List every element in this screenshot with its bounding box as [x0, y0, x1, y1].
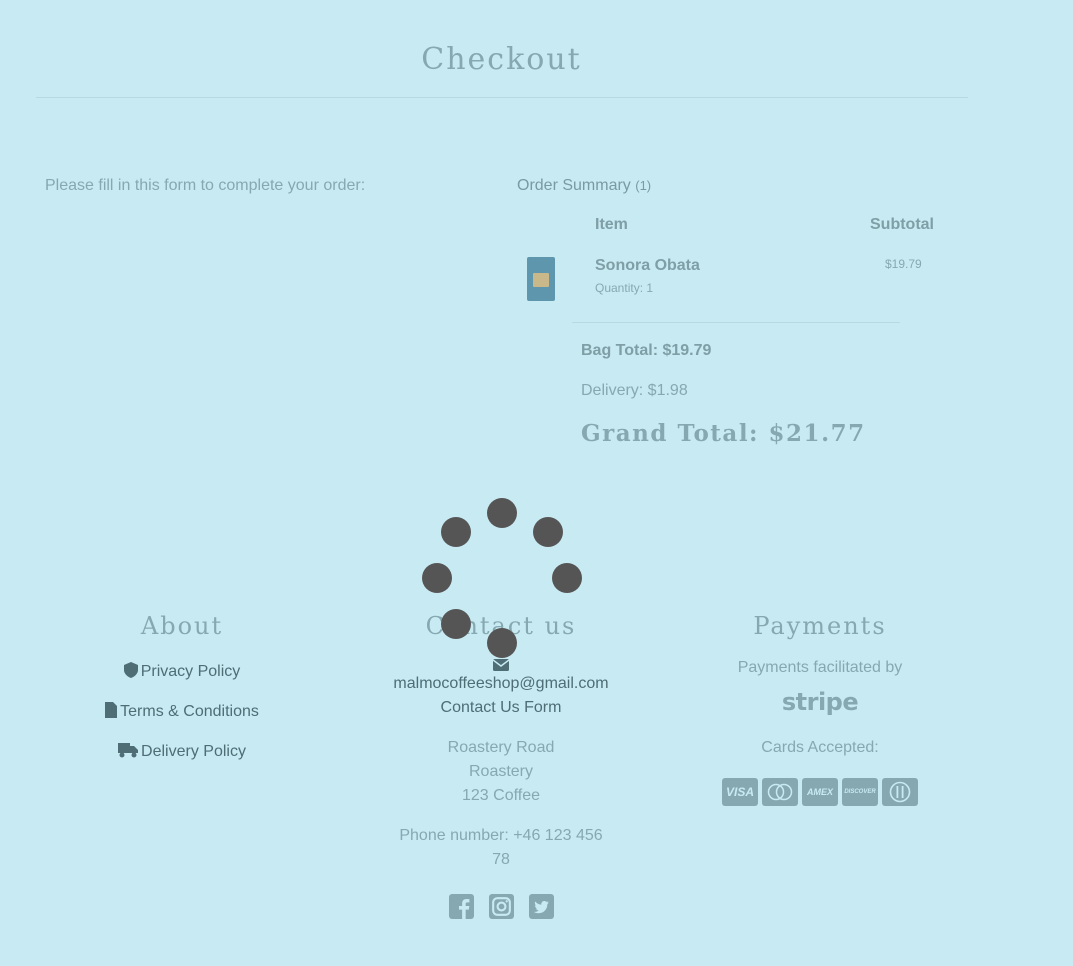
summary-divider: [572, 322, 900, 323]
truck-icon: [118, 743, 139, 758]
diners-card-icon: [882, 778, 918, 806]
contact-heading: Contact us: [425, 612, 577, 640]
facebook-icon[interactable]: [448, 894, 474, 919]
stripe-logo: stripe: [781, 688, 859, 716]
payments-facilitated-text: Payments facilitated by: [737, 659, 903, 676]
title-divider: [36, 97, 968, 98]
product-thumbnail[interactable]: [527, 257, 555, 301]
order-summary-heading: Order Summary (1): [517, 177, 651, 195]
payments-heading: Payments: [753, 612, 887, 640]
order-summary-label: Order Summary: [517, 177, 631, 194]
terms-conditions-label: Terms & Conditions: [120, 703, 259, 720]
form-intro: Please fill in this form to complete you…: [45, 177, 366, 194]
delivery-cost: Delivery: $1.98: [581, 382, 688, 399]
file-icon: [105, 702, 118, 718]
card-logos: VISA AMEX DISCOVER: [700, 778, 940, 806]
spinner-dot: [552, 563, 582, 593]
bag-total: Bag Total: $19.79: [581, 342, 712, 359]
product-quantity: Quantity: 1: [595, 281, 654, 295]
instagram-icon[interactable]: [488, 894, 514, 919]
amex-card-icon: AMEX: [802, 778, 838, 806]
product-price: $19.79: [885, 257, 922, 271]
product-name: Sonora Obata: [595, 257, 700, 274]
column-header-item: Item: [595, 216, 628, 233]
spinner-dot: [533, 517, 563, 547]
phone-line: 78: [492, 851, 510, 868]
column-header-subtotal: Subtotal: [870, 216, 934, 233]
terms-conditions-link[interactable]: Terms & Conditions: [62, 702, 302, 722]
order-summary-count: (1): [635, 178, 652, 193]
envelope-icon: [381, 658, 621, 672]
about-heading: About: [140, 612, 224, 640]
page-title: Checkout: [421, 42, 582, 77]
phone-number: Phone number: +46 123 456 78: [381, 824, 621, 872]
grand-total: Grand Total: $21.77: [581, 420, 866, 447]
discover-card-icon: DISCOVER: [842, 778, 878, 806]
spinner-dot: [441, 517, 471, 547]
twitter-icon[interactable]: [528, 894, 554, 919]
mastercard-card-icon: [762, 778, 798, 806]
cards-accepted-label: Cards Accepted:: [761, 739, 879, 756]
footer-contact: Contact us malmocoffeeshop@gmail.com Con…: [381, 612, 621, 919]
delivery-policy-label: Delivery Policy: [141, 743, 246, 760]
privacy-policy-label: Privacy Policy: [140, 663, 241, 680]
address-line: Roastery Road: [447, 739, 555, 756]
privacy-policy-link[interactable]: Privacy Policy: [62, 662, 302, 682]
delivery-policy-link[interactable]: Delivery Policy: [62, 742, 302, 762]
social-links: [381, 894, 621, 919]
shield-icon: [123, 662, 138, 678]
phone-line: Phone number: +46 123 456: [399, 827, 603, 844]
address: Roastery Road Roastery 123 Coffee: [381, 736, 621, 808]
contact-form-link[interactable]: Contact Us Form: [381, 696, 621, 720]
footer-payments: Payments Payments facilitated by stripe …: [700, 612, 940, 806]
spinner-dot: [487, 498, 517, 528]
spinner-dot: [422, 563, 452, 593]
contact-email[interactable]: malmocoffeeshop@gmail.com: [381, 672, 621, 696]
footer-about: About Privacy Policy Terms & Conditions …: [62, 612, 302, 762]
address-line: 123 Coffee: [462, 787, 540, 804]
visa-card-icon: VISA: [722, 778, 758, 806]
address-line: Roastery: [468, 763, 534, 780]
